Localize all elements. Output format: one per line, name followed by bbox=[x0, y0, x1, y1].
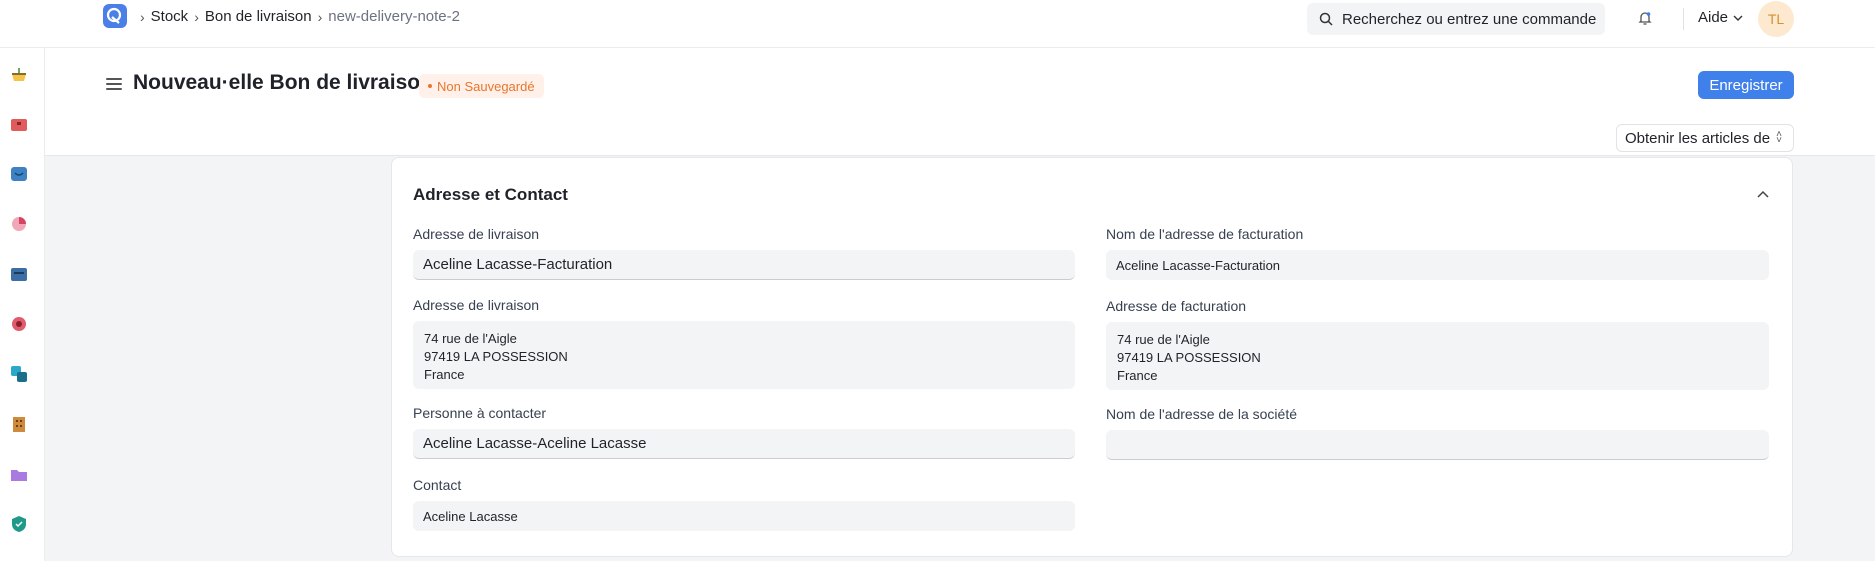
company-address-label: Nom de l'adresse de la société bbox=[1106, 406, 1297, 422]
get-items-label: Obtenir les articles de bbox=[1625, 129, 1771, 147]
billing-address-label: Adresse de facturation bbox=[1106, 298, 1247, 314]
notification-bell-icon[interactable] bbox=[1636, 9, 1654, 27]
billing-address-display: 74 rue de l'Aigle 97419 LA POSSESSION Fr… bbox=[1106, 322, 1769, 390]
billing-name-label: Nom de l'adresse de facturation bbox=[1106, 226, 1304, 242]
chevron-down-icon bbox=[1733, 15, 1743, 21]
help-label: Aide bbox=[1698, 9, 1729, 26]
search-icon bbox=[1319, 12, 1333, 26]
accounting-icon[interactable] bbox=[9, 264, 29, 284]
buying-icon[interactable] bbox=[9, 164, 29, 184]
page-title: Nouveau·elle Bon de livraison bbox=[133, 71, 433, 94]
chevron-up-icon[interactable] bbox=[1756, 189, 1770, 199]
user-avatar[interactable]: TL bbox=[1758, 1, 1794, 37]
chevron-right-icon: › bbox=[140, 8, 145, 25]
status-badge: Non Sauvegardé bbox=[419, 74, 544, 98]
chevron-right-icon: › bbox=[317, 8, 323, 25]
contact-field: Aceline Lacasse bbox=[413, 501, 1075, 531]
page-header: Nouveau·elle Bon de livraison Non Sauveg… bbox=[45, 48, 1875, 156]
breadcrumb-item-delivery-note[interactable]: Bon de livraison bbox=[205, 8, 312, 25]
crm-icon[interactable] bbox=[9, 314, 29, 334]
reports-icon[interactable] bbox=[9, 214, 29, 234]
contact-person-field[interactable]: Aceline Lacasse-Aceline Lacasse bbox=[413, 429, 1075, 459]
sidebar bbox=[0, 48, 45, 561]
breadcrumb: › Stock › Bon de livraison › new-deliver… bbox=[140, 8, 460, 25]
status-label: Non Sauvegardé bbox=[437, 78, 535, 94]
projects-icon[interactable] bbox=[9, 464, 29, 484]
chevron-right-icon: › bbox=[194, 8, 199, 25]
billing-name-field: Aceline Lacasse-Facturation bbox=[1106, 250, 1769, 280]
quality-icon[interactable] bbox=[9, 514, 29, 534]
search-placeholder: Recherchez ou entrez une commande bbox=[1342, 10, 1597, 28]
navbar-divider bbox=[1683, 8, 1684, 30]
contact-person-label: Personne à contacter bbox=[413, 405, 547, 421]
assets-icon[interactable] bbox=[9, 364, 29, 384]
shipping-address-display-label: Adresse de livraison bbox=[413, 297, 540, 313]
breadcrumb-item-stock[interactable]: Stock bbox=[151, 8, 189, 25]
shipping-address-label: Adresse de livraison bbox=[413, 226, 540, 242]
breadcrumb-item-current: new-delivery-note-2 bbox=[328, 8, 460, 25]
menu-toggle-icon[interactable] bbox=[106, 78, 122, 90]
select-chevron-icon: ˄ ˅ bbox=[1776, 129, 1782, 146]
stock-icon[interactable] bbox=[9, 65, 29, 85]
hr-icon[interactable] bbox=[9, 414, 29, 434]
address-contact-section: Adresse et Contact Adresse de livraison … bbox=[391, 157, 1793, 557]
help-dropdown[interactable]: Aide bbox=[1698, 9, 1743, 26]
search-bar[interactable]: Recherchez ou entrez une commande bbox=[1307, 3, 1605, 35]
app-logo-icon[interactable] bbox=[103, 4, 127, 28]
status-dot-icon bbox=[428, 84, 432, 88]
selling-icon[interactable] bbox=[9, 114, 29, 134]
get-items-dropdown[interactable]: Obtenir les articles de ˄ ˅ bbox=[1616, 124, 1794, 152]
contact-label: Contact bbox=[413, 477, 462, 493]
save-button[interactable]: Enregistrer bbox=[1698, 71, 1794, 99]
top-navbar: › Stock › Bon de livraison › new-deliver… bbox=[0, 0, 1875, 48]
company-address-field[interactable] bbox=[1106, 430, 1769, 460]
shipping-address-field[interactable]: Aceline Lacasse-Facturation bbox=[413, 250, 1075, 280]
shipping-address-display: 74 rue de l'Aigle 97419 LA POSSESSION Fr… bbox=[413, 321, 1075, 389]
section-title: Adresse et Contact bbox=[413, 185, 568, 204]
